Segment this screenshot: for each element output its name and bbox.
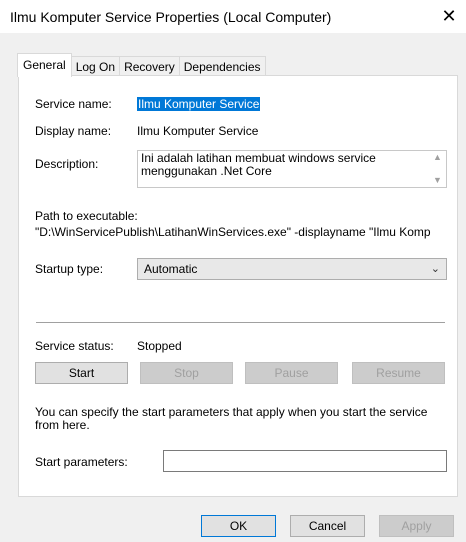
tab-log-on[interactable]: Log On (70, 56, 121, 77)
service-status-label: Service status: (35, 339, 114, 353)
tab-strip: General Log On Recovery Dependencies (17, 53, 266, 77)
startup-type-label: Startup type: (35, 262, 104, 276)
apply-button[interactable]: Apply (379, 515, 454, 537)
startup-type-value: Automatic (144, 262, 198, 276)
general-panel: Service name: Ilmu Komputer Service Disp… (18, 75, 458, 497)
service-status-value: Stopped (137, 339, 182, 353)
description-label: Description: (35, 157, 99, 171)
cancel-button[interactable]: Cancel (290, 515, 365, 537)
dialog-client: General Log On Recovery Dependencies Ser… (0, 33, 466, 542)
tab-general[interactable]: General (17, 53, 72, 77)
description-box[interactable]: Ini adalah latihan membuat windows servi… (137, 150, 447, 188)
start-button[interactable]: Start (35, 362, 128, 384)
close-icon: ✕ (441, 6, 457, 26)
start-params-input[interactable] (163, 450, 447, 472)
display-name-value: Ilmu Komputer Service (137, 124, 259, 138)
start-params-note: You can specify the start parameters tha… (35, 405, 428, 432)
window-title: Ilmu Komputer Service Properties (Local … (10, 9, 332, 25)
display-name-label: Display name: (35, 124, 112, 138)
chevron-down-icon: ⌄ (430, 263, 440, 275)
description-text: Ini adalah latihan membuat windows servi… (141, 151, 376, 178)
stop-button[interactable]: Stop (140, 362, 233, 384)
close-button[interactable]: ✕ (432, 0, 466, 33)
ok-button[interactable]: OK (201, 515, 276, 537)
title-bar: Ilmu Komputer Service Properties (Local … (0, 0, 466, 33)
scroll-down-icon[interactable]: ▼ (433, 174, 442, 187)
tab-recovery[interactable]: Recovery (119, 56, 180, 77)
service-name-label: Service name: (35, 97, 112, 111)
description-scrollbar[interactable]: ▲ ▼ (429, 151, 446, 187)
service-name-value[interactable]: Ilmu Komputer Service (137, 97, 261, 111)
resume-button[interactable]: Resume (352, 362, 445, 384)
startup-type-select[interactable]: Automatic ⌄ (137, 258, 447, 280)
divider (36, 322, 445, 323)
path-value: "D:\WinServicePublish\LatihanWinServices… (35, 225, 431, 239)
tab-dependencies[interactable]: Dependencies (178, 56, 266, 77)
start-params-label: Start parameters: (35, 455, 128, 469)
scroll-up-icon[interactable]: ▲ (433, 151, 442, 164)
path-label: Path to executable: (35, 209, 138, 223)
pause-button[interactable]: Pause (245, 362, 338, 384)
service-name-text: Ilmu Komputer Service (137, 97, 261, 111)
